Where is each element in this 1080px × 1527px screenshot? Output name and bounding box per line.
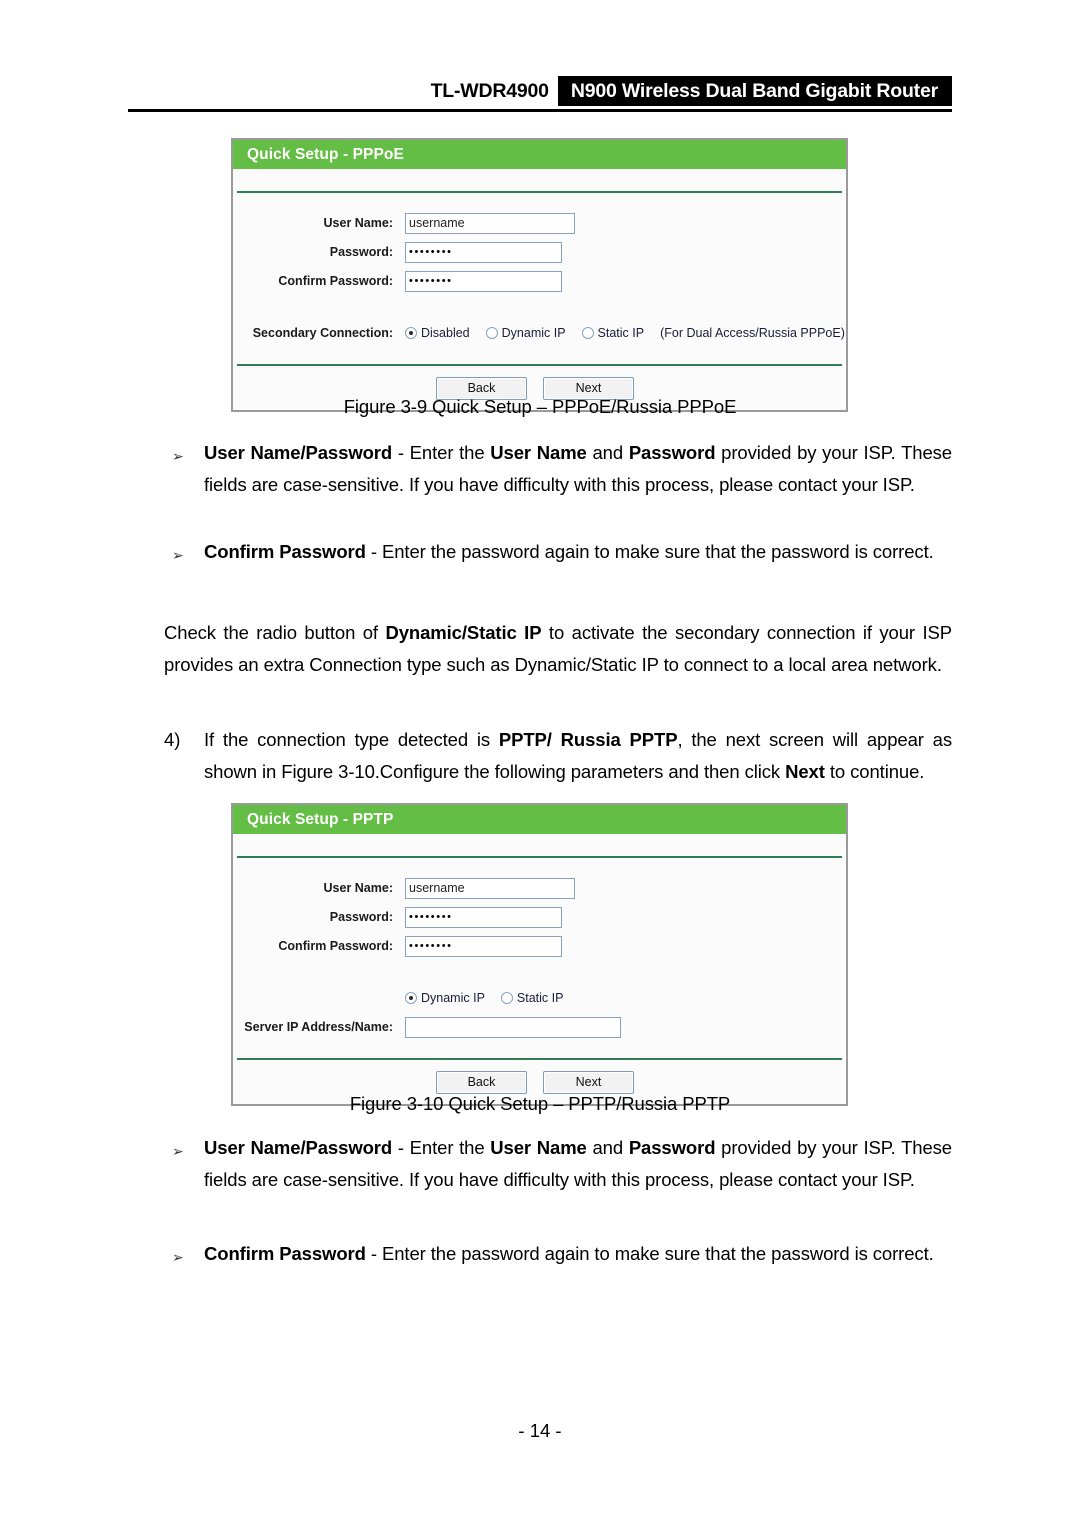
term-confirm-password: Confirm Password — [204, 1243, 366, 1264]
radio-dot-icon — [405, 992, 417, 1004]
dash-separator: - — [392, 442, 410, 463]
step-4-item: 4) If the connection type detected is PP… — [164, 724, 952, 788]
bold-user-name: User Name — [490, 1137, 587, 1158]
pppoe-confirm-password-label: Confirm Password: — [278, 274, 393, 288]
pppoe-radio-static-ip[interactable]: Static IP — [581, 326, 645, 340]
text-run: Check the radio button of — [164, 622, 386, 643]
quick-setup-pppoe-panel: Quick Setup - PPPoE User Name: username … — [231, 138, 848, 412]
figure-3-9-caption: Figure 3-9 Quick Setup – PPPoE/Russia PP… — [343, 396, 737, 417]
document-header: TL-WDR4900 N900 Wireless Dual Band Gigab… — [128, 76, 952, 112]
pptp-server-row: Server IP Address/Name: — [233, 1015, 846, 1039]
pptp-panel-spacer — [233, 834, 846, 856]
header-rule — [128, 109, 952, 112]
bold-pptp-russia-pptp: PPTP/ Russia PPTP — [498, 729, 678, 750]
dash-separator: - — [392, 1137, 410, 1158]
pppoe-password-row: Password: •••••••• — [233, 240, 846, 264]
pptp-ip-mode-row: Dynamic IP Static IP — [233, 986, 846, 1010]
page-number: - 14 - — [518, 1420, 562, 1441]
text-run: Enter the password again to make sure th… — [382, 541, 934, 562]
radio-circle-icon — [581, 327, 594, 339]
text-run: to continue. — [824, 761, 925, 782]
text-run: and — [586, 1137, 629, 1158]
pptp-panel-title: Quick Setup - PPTP — [233, 805, 846, 834]
pppoe-username-label: User Name: — [323, 216, 393, 230]
pptp-radio-dynamic-ip[interactable]: Dynamic IP — [405, 991, 485, 1005]
pptp-username-input[interactable]: username — [405, 877, 575, 899]
pptp-radio-static-ip-label: Static IP — [516, 991, 564, 1005]
bold-password: Password — [628, 442, 716, 463]
term-user-name-password: User Name/Password — [204, 1137, 393, 1158]
pppoe-secondary-connection-row: Secondary Connection: Disabled Dynamic I… — [233, 321, 846, 345]
radio-dot-icon — [405, 327, 417, 339]
bold-user-name: User Name — [490, 442, 587, 463]
bold-next: Next — [785, 761, 825, 782]
pppoe-secondary-radio-group: Disabled Dynamic IP Static IP (For Dual … — [405, 322, 845, 344]
text-run: Enter the — [409, 442, 491, 463]
bold-password: Password — [628, 1137, 716, 1158]
model-name: TL-WDR4900 — [430, 80, 549, 102]
pppoe-secondary-note: (For Dual Access/Russia PPPoE) — [660, 326, 845, 340]
term-confirm-password: Confirm Password — [204, 541, 366, 562]
pppoe-username-input[interactable]: username — [405, 212, 575, 234]
pppoe-form-body: User Name: username Password: •••••••• C… — [233, 193, 846, 364]
pptp-username-label: User Name: — [323, 881, 393, 895]
text-run: and — [586, 442, 629, 463]
bullet-confirm-password-2: ➢ Confirm Password - Enter the password … — [164, 1238, 952, 1270]
pptp-server-input[interactable] — [405, 1016, 621, 1038]
pppoe-confirm-password-input[interactable]: •••••••• — [405, 270, 562, 292]
pptp-username-row: User Name: username — [233, 876, 846, 900]
bullet-confirm-password-1: ➢ Confirm Password - Enter the password … — [164, 536, 952, 568]
bullet-arrow-icon: ➢ — [172, 448, 184, 464]
bullet-arrow-icon: ➢ — [172, 1249, 184, 1265]
pptp-confirm-password-label: Confirm Password: — [278, 939, 393, 953]
bullet-arrow-icon: ➢ — [172, 547, 184, 563]
pppoe-radio-disabled[interactable]: Disabled — [405, 326, 470, 340]
step-number: 4) — [164, 729, 181, 750]
pppoe-secondary-connection-label: Secondary Connection: — [252, 326, 393, 340]
pptp-password-row: Password: •••••••• — [233, 905, 846, 929]
term-user-name-password: User Name/Password — [204, 442, 393, 463]
quick-setup-pptp-panel: Quick Setup - PPTP User Name: username P… — [231, 803, 848, 1106]
pppoe-panel-title: Quick Setup - PPPoE — [233, 140, 846, 169]
pppoe-panel-spacer — [233, 169, 846, 191]
pppoe-radio-disabled-label: Disabled — [421, 326, 470, 340]
dash-separator: - — [365, 1243, 382, 1264]
bullet-user-name-password-2: ➢ User Name/Password - Enter the User Na… — [164, 1132, 952, 1196]
bold-dynamic-static-ip: Dynamic/Static IP — [385, 622, 542, 643]
text-run: Enter the — [409, 1137, 491, 1158]
figure-3-10-caption: Figure 3-10 Quick Setup – PPTP/Russia PP… — [349, 1093, 731, 1114]
product-name-badge: N900 Wireless Dual Band Gigabit Router — [557, 76, 952, 106]
pppoe-password-input[interactable]: •••••••• — [405, 241, 562, 263]
radio-circle-icon — [485, 327, 498, 339]
pptp-radio-static-ip[interactable]: Static IP — [500, 991, 564, 1005]
pppoe-confirm-password-row: Confirm Password: •••••••• — [233, 269, 846, 293]
dash-separator: - — [365, 541, 382, 562]
text-run: If the connection type detected is — [204, 729, 499, 750]
pptp-next-button[interactable]: Next — [543, 1070, 634, 1094]
pptp-server-label: Server IP Address/Name: — [244, 1020, 393, 1034]
text-run: Enter the password again to make sure th… — [382, 1243, 934, 1264]
pptp-form-body: User Name: username Password: •••••••• C… — [233, 858, 846, 1058]
pptp-password-label: Password: — [329, 910, 393, 924]
pptp-confirm-password-input[interactable]: •••••••• — [405, 935, 562, 957]
radio-circle-icon — [500, 992, 513, 1004]
pptp-radio-dynamic-ip-label: Dynamic IP — [421, 991, 485, 1005]
pppoe-radio-dynamic-ip[interactable]: Dynamic IP — [485, 326, 566, 340]
pppoe-radio-static-ip-label: Static IP — [597, 326, 645, 340]
pppoe-username-row: User Name: username — [233, 211, 846, 235]
document-page: TL-WDR4900 N900 Wireless Dual Band Gigab… — [0, 0, 1080, 1527]
bullet-user-name-password-1: ➢ User Name/Password - Enter the User Na… — [164, 437, 952, 501]
paragraph-check-radio-button: Check the radio button of Dynamic/Static… — [164, 617, 952, 681]
pptp-back-button[interactable]: Back — [436, 1070, 527, 1094]
pppoe-radio-dynamic-ip-label: Dynamic IP — [501, 326, 566, 340]
pppoe-password-label: Password: — [329, 245, 393, 259]
bullet-arrow-icon: ➢ — [172, 1143, 184, 1159]
pptp-confirm-password-row: Confirm Password: •••••••• — [233, 934, 846, 958]
pptp-password-input[interactable]: •••••••• — [405, 906, 562, 928]
pptp-ip-mode-radio-group: Dynamic IP Static IP — [405, 987, 579, 1009]
